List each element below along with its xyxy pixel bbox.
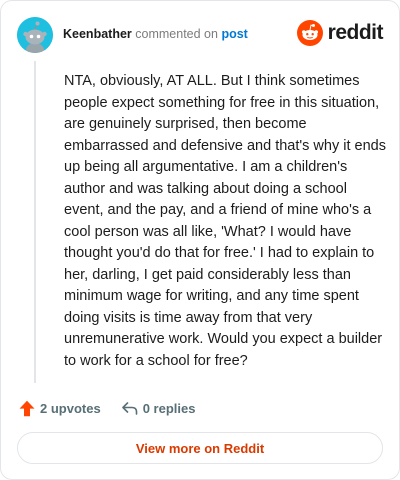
- reddit-logo-icon: [296, 20, 323, 46]
- upvote-button[interactable]: 2 upvotes: [19, 400, 101, 417]
- view-more-on-reddit-button[interactable]: View more on Reddit: [17, 432, 383, 464]
- post-link[interactable]: post: [221, 27, 247, 41]
- reply-arrow-icon: [121, 401, 143, 416]
- comment-meta: Keenbather commented on post: [63, 27, 248, 41]
- upvote-count: 2 upvotes: [40, 400, 101, 416]
- thread-line: [34, 61, 36, 383]
- embedded-comment-card: Keenbather commented on post reddit NTA,…: [0, 0, 400, 480]
- reply-count: 0 replies: [142, 400, 196, 416]
- reply-button[interactable]: 0 replies: [121, 400, 196, 416]
- comment-verb: commented on: [135, 27, 218, 41]
- reddit-brand[interactable]: reddit: [296, 19, 384, 47]
- upvote-arrow-icon: [19, 400, 40, 417]
- snoo-avatar-icon[interactable]: [17, 17, 53, 53]
- comment-body: NTA, obviously, AT ALL. But I think some…: [64, 73, 386, 369]
- reddit-wordmark: reddit: [327, 21, 384, 44]
- comment-header: Keenbather commented on post reddit: [17, 17, 384, 53]
- comment-actions: 2 upvotes 0 replies: [19, 397, 215, 419]
- author-name[interactable]: Keenbather: [63, 27, 132, 41]
